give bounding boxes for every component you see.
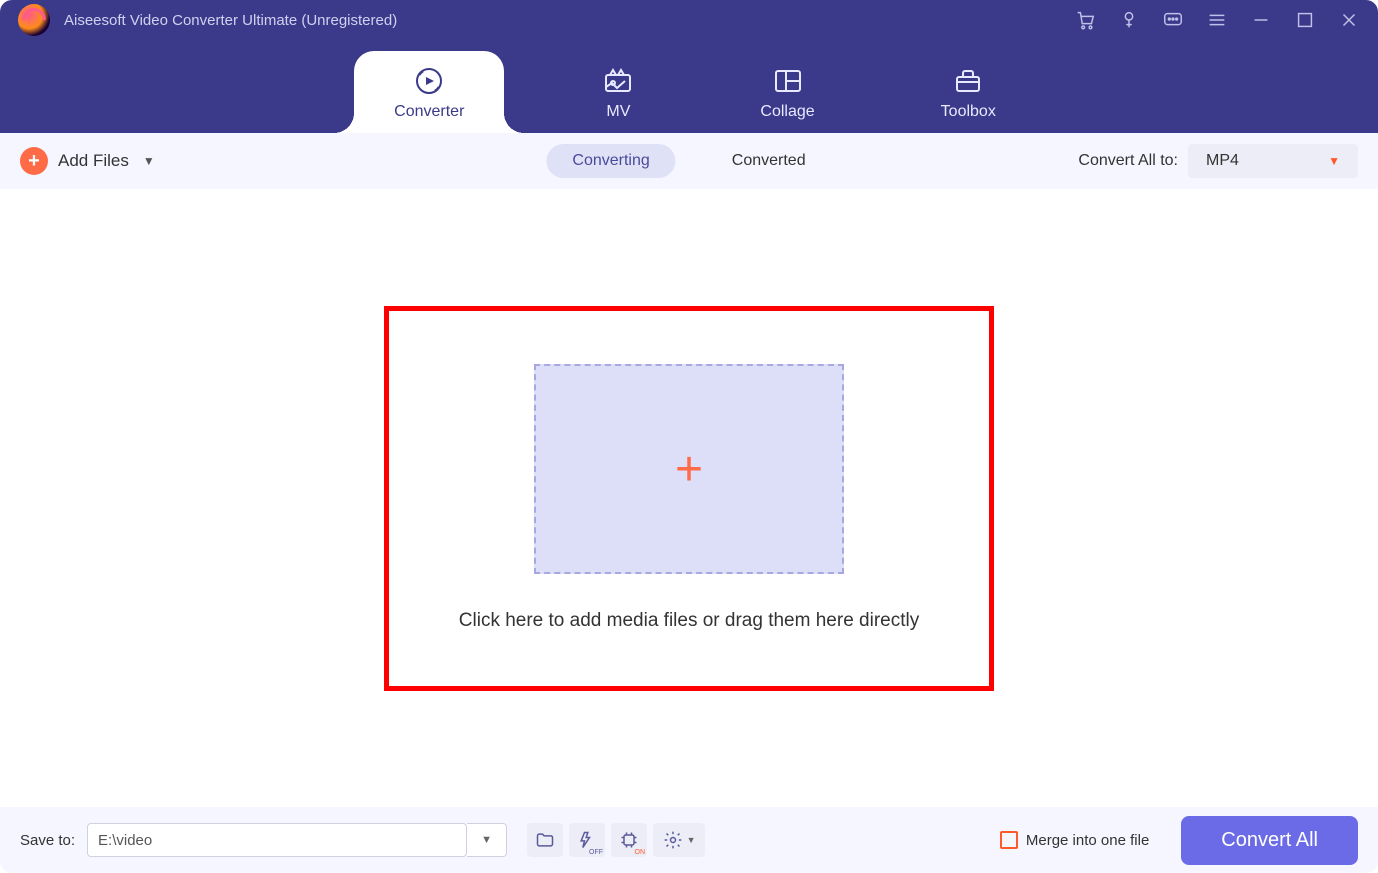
tab-toolbox-label: Toolbox [941, 103, 996, 121]
convert-all-button[interactable]: Convert All [1181, 816, 1358, 865]
toolbox-icon [952, 65, 984, 97]
chevron-down-icon: ▼ [687, 835, 696, 845]
save-path-input[interactable]: E:\video [87, 823, 467, 857]
format-select[interactable]: MP4 ▼ [1188, 144, 1358, 178]
add-files-label: Add Files [58, 151, 129, 171]
app-title: Aiseesoft Video Converter Ultimate (Unre… [64, 12, 397, 29]
mv-icon [602, 65, 634, 97]
minimize-icon[interactable] [1250, 9, 1272, 31]
footer: Save to: E:\video ▼ OFF ON ▼ Merge into … [0, 807, 1378, 873]
chevron-down-icon: ▼ [1328, 154, 1340, 168]
plus-icon: + [675, 442, 703, 497]
save-path-dropdown[interactable]: ▼ [467, 823, 507, 857]
merge-checkbox[interactable]: Merge into one file [1000, 831, 1149, 849]
feedback-icon[interactable] [1162, 9, 1184, 31]
tab-collage[interactable]: Collage [732, 55, 842, 133]
tab-toolbox[interactable]: Toolbox [913, 55, 1024, 133]
save-to-label: Save to: [20, 832, 75, 849]
add-files-button[interactable]: + Add Files ▼ [20, 147, 155, 175]
hardware-accel-button[interactable]: ON [611, 823, 647, 857]
window-controls [1074, 9, 1360, 31]
menu-icon[interactable] [1206, 9, 1228, 31]
convert-all-to: Convert All to: MP4 ▼ [1078, 144, 1358, 178]
settings-button[interactable]: ▼ [653, 823, 705, 857]
tab-collage-label: Collage [760, 103, 814, 121]
app-window: Aiseesoft Video Converter Ultimate (Unre… [0, 0, 1378, 873]
dropzone-text: Click here to add media files or drag th… [459, 610, 919, 632]
content-area: + Click here to add media files or drag … [0, 189, 1378, 807]
chevron-down-icon: ▼ [143, 154, 155, 168]
status-tabs: Converting Converted [546, 144, 831, 178]
key-icon[interactable] [1118, 9, 1140, 31]
footer-icons: OFF ON ▼ [527, 823, 705, 857]
convert-all-to-label: Convert All to: [1078, 152, 1178, 170]
tab-mv-label: MV [606, 103, 630, 121]
titlebar: Aiseesoft Video Converter Ultimate (Unre… [0, 0, 1378, 133]
cart-icon[interactable] [1074, 9, 1096, 31]
status-converting[interactable]: Converting [546, 144, 675, 178]
toolbar: + Add Files ▼ Converting Converted Conve… [0, 133, 1378, 189]
tab-converter-label: Converter [394, 103, 464, 121]
dropzone-highlight: + Click here to add media files or drag … [384, 306, 994, 691]
tab-converter[interactable]: Converter [354, 51, 504, 133]
close-icon[interactable] [1338, 9, 1360, 31]
collage-icon [772, 65, 804, 97]
checkbox-icon [1000, 831, 1018, 849]
maximize-icon[interactable] [1294, 9, 1316, 31]
chevron-down-icon: ▼ [481, 834, 492, 846]
format-value: MP4 [1206, 152, 1239, 170]
titlebar-top: Aiseesoft Video Converter Ultimate (Unre… [0, 0, 1378, 40]
speed-off-button[interactable]: OFF [569, 823, 605, 857]
main-tabs: Converter MV Collage Toolbox [0, 40, 1378, 133]
plus-icon: + [20, 147, 48, 175]
tab-mv[interactable]: MV [574, 55, 662, 133]
status-converted[interactable]: Converted [706, 144, 832, 178]
merge-label: Merge into one file [1026, 832, 1149, 849]
dropzone[interactable]: + [534, 364, 844, 574]
open-folder-button[interactable] [527, 823, 563, 857]
app-logo-icon [18, 4, 50, 36]
converter-icon [413, 65, 445, 97]
